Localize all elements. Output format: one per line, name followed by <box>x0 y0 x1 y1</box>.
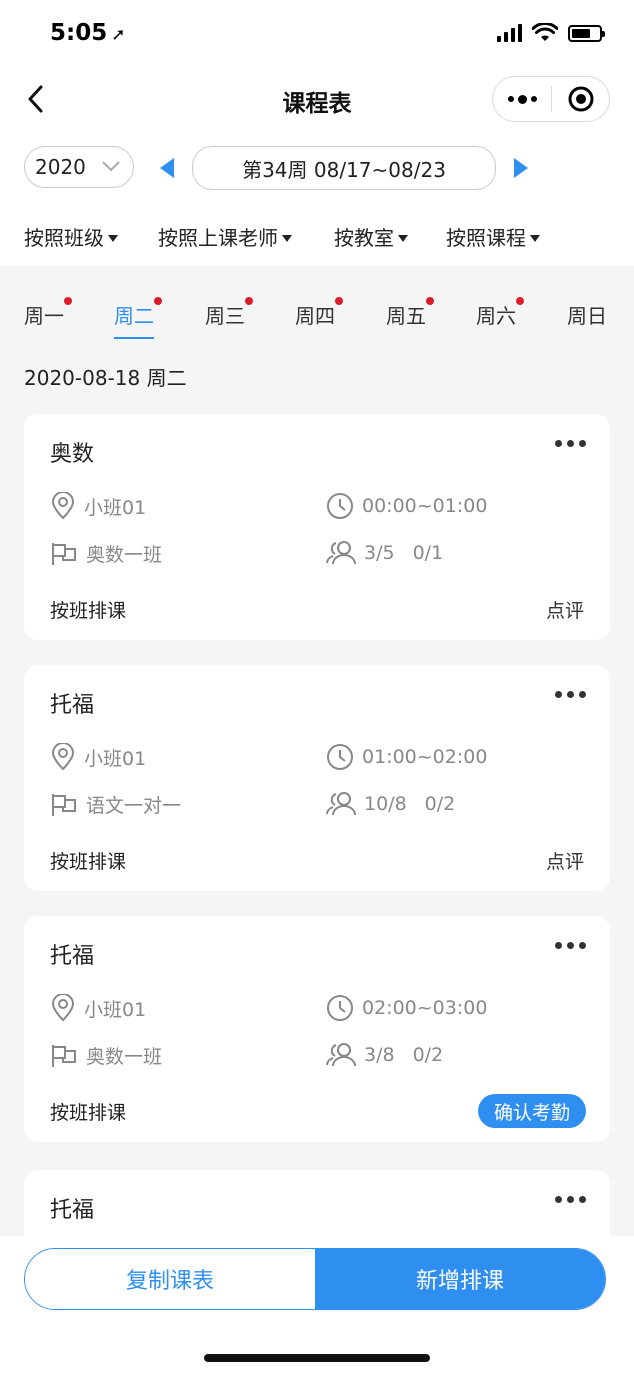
tab-saturday[interactable]: 周六 <box>476 297 524 329</box>
flag-icon <box>52 793 76 816</box>
close-mini-program-button[interactable] <box>552 85 609 113</box>
attendance-info: 10/8 0/2 <box>326 791 455 817</box>
filter-by-classroom[interactable]: 按教室 <box>334 222 408 251</box>
schedule-mode: 按班排课 <box>50 600 127 622</box>
room-info: 小班01 <box>50 492 146 520</box>
nav-bar: 课程表 <box>0 70 634 130</box>
year-value: 2020 <box>35 155 86 179</box>
review-button[interactable]: 点评 <box>546 847 584 874</box>
next-week-button[interactable] <box>514 158 528 178</box>
time-text: 5:05 <box>50 20 108 46</box>
course-title: 奥数 <box>50 442 95 467</box>
class-info: 奥数一班 <box>50 1042 162 1069</box>
more-options-button[interactable] <box>555 1196 586 1203</box>
unread-dot <box>426 297 434 305</box>
chevron-down-icon <box>102 161 120 172</box>
lesson-card[interactable]: 奥数 小班01 00:00~01:00 奥数一班 3/5 0/1 按班排课 点评 <box>24 414 610 640</box>
caret-down-icon <box>108 235 118 242</box>
target-icon <box>568 86 593 112</box>
tab-monday[interactable]: 周一 <box>24 297 72 329</box>
lesson-card[interactable]: 托福 小班01 01:00~02:00 语文一对一 10/8 0/2 按班排课 点… <box>24 665 610 891</box>
tab-thursday[interactable]: 周四 <box>295 297 343 329</box>
cellular-signal-icon <box>497 24 522 42</box>
add-lesson-button[interactable]: 新增排课 <box>315 1249 605 1309</box>
clock: 5:05 ➚ <box>50 20 125 46</box>
users-icon <box>326 541 356 565</box>
week-selector: 2020 第34周 08/17~08/23 <box>0 146 634 190</box>
more-options-button[interactable] <box>555 440 586 447</box>
prev-week-button[interactable] <box>160 158 174 178</box>
lesson-card[interactable]: 托福 小班01 02:00~03:00 奥数一班 3/8 0/2 按班排课 确认考… <box>24 916 610 1142</box>
schedule-content: 周一 周二 周三 周四 周五 周六 周日 2020-08-18 周二 奥数 小班… <box>0 266 634 1236</box>
mini-program-capsule <box>492 76 610 122</box>
room-info: 小班01 <box>50 994 146 1022</box>
tab-tuesday[interactable]: 周二 <box>114 297 162 339</box>
clock-icon <box>327 493 353 519</box>
filter-bar: 按照班级 按照上课老师 按教室 按照课程 <box>0 214 634 258</box>
class-info: 奥数一班 <box>50 540 162 567</box>
course-title: 托福 <box>50 1198 95 1223</box>
unread-dot <box>245 297 253 305</box>
selected-date: 2020-08-18 周二 <box>24 366 187 390</box>
home-indicator[interactable] <box>204 1354 430 1362</box>
copy-schedule-button[interactable]: 复制课表 <box>25 1249 315 1309</box>
location-arrow-icon: ➚ <box>111 25 126 45</box>
flag-icon <box>52 1044 76 1067</box>
more-options-button[interactable] <box>555 942 586 949</box>
lesson-card[interactable]: 托福 <box>24 1170 610 1236</box>
class-info: 语文一对一 <box>50 791 181 818</box>
users-icon <box>326 1043 356 1067</box>
attendance-info: 3/5 0/1 <box>326 540 443 566</box>
time-info: 02:00~03:00 <box>326 994 487 1022</box>
weekday-tabs: 周一 周二 周三 周四 周五 周六 周日 <box>0 292 634 339</box>
caret-down-icon <box>530 235 540 242</box>
bottom-action-bar: 复制课表 新增排课 <box>0 1236 634 1374</box>
year-select[interactable]: 2020 <box>24 146 134 188</box>
attendance-info: 3/8 0/2 <box>326 1042 443 1068</box>
tab-friday[interactable]: 周五 <box>386 297 434 329</box>
status-bar: 5:05 ➚ <box>0 0 634 70</box>
unread-dot <box>154 297 162 305</box>
location-pin-icon <box>51 492 75 520</box>
course-title: 托福 <box>50 944 95 969</box>
filter-by-class[interactable]: 按照班级 <box>24 222 118 251</box>
time-info: 01:00~02:00 <box>326 743 487 771</box>
tab-sunday[interactable]: 周日 <box>567 300 607 329</box>
flag-icon <box>52 542 76 565</box>
wifi-icon <box>532 23 558 41</box>
caret-down-icon <box>282 235 292 242</box>
room-info: 小班01 <box>50 743 146 771</box>
filter-by-teacher[interactable]: 按照上课老师 <box>158 222 292 251</box>
course-title: 托福 <box>50 693 95 718</box>
clock-icon <box>327 744 353 770</box>
users-icon <box>326 792 356 816</box>
review-button[interactable]: 点评 <box>546 596 584 623</box>
unread-dot <box>516 297 524 305</box>
tab-wednesday[interactable]: 周三 <box>205 297 253 329</box>
location-pin-icon <box>51 994 75 1022</box>
more-options-button[interactable] <box>555 691 586 698</box>
clock-icon <box>327 995 353 1021</box>
confirm-attendance-button[interactable]: 确认考勤 <box>477 1094 586 1128</box>
unread-dot <box>335 297 343 305</box>
active-underline <box>114 337 154 339</box>
current-week-label[interactable]: 第34周 08/17~08/23 <box>192 146 496 190</box>
schedule-mode: 按班排课 <box>50 851 127 873</box>
filter-by-course[interactable]: 按照课程 <box>446 222 540 251</box>
time-info: 00:00~01:00 <box>326 492 487 520</box>
caret-down-icon <box>398 235 408 242</box>
location-pin-icon <box>51 743 75 771</box>
battery-icon <box>568 24 605 42</box>
schedule-mode: 按班排课 <box>50 1102 127 1124</box>
unread-dot <box>64 297 72 305</box>
more-menu-button[interactable] <box>493 94 551 104</box>
